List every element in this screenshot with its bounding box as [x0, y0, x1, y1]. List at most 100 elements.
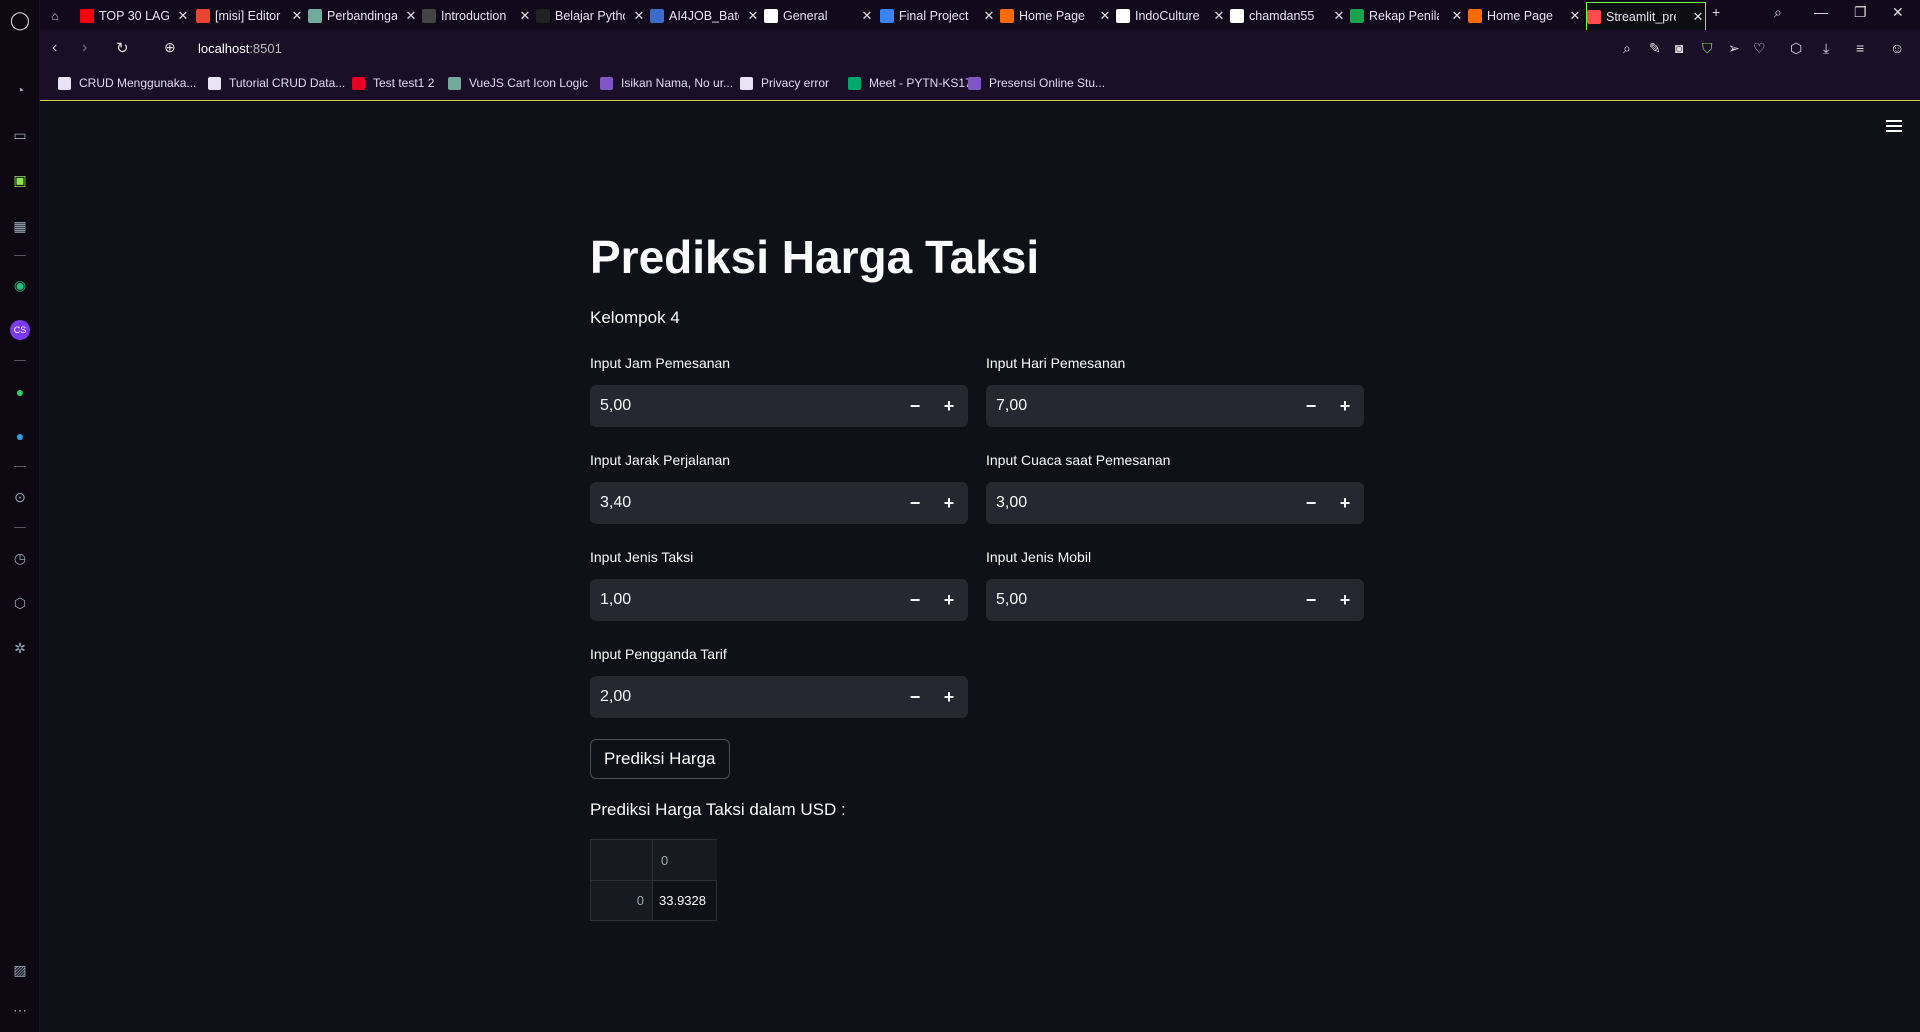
- url-field[interactable]: localhost:8501: [198, 41, 282, 56]
- gallery-icon[interactable]: ▨: [10, 960, 30, 980]
- tab-close-icon[interactable]: ✕: [1098, 8, 1112, 24]
- tab-close-icon[interactable]: ✕: [290, 8, 304, 24]
- bookmark-item[interactable]: Meet - PYTN-KS17: [848, 76, 972, 90]
- close-window-icon[interactable]: ✕: [1892, 4, 1904, 21]
- gx-corner-icon[interactable]: ⌂: [48, 3, 68, 28]
- decrement-button[interactable]: −: [1294, 579, 1328, 621]
- decrement-button[interactable]: −: [1294, 385, 1328, 427]
- browser-tab[interactable]: IndoCulture ✕: [1116, 3, 1226, 28]
- browser-tab[interactable]: chamdan55 ✕: [1230, 3, 1346, 28]
- increment-button[interactable]: +: [1328, 579, 1362, 621]
- speed-dial-icon[interactable]: ◔: [10, 80, 30, 100]
- browser-tab[interactable]: Streamlit_pred ✕: [1586, 2, 1706, 30]
- reload-icon[interactable]: ↻: [116, 39, 129, 57]
- number-input-pengganda[interactable]: 2,00 − +: [590, 676, 968, 718]
- tab-close-icon[interactable]: ✕: [1212, 8, 1226, 24]
- download-icon[interactable]: ⤓: [1823, 40, 1829, 57]
- opera-logo-icon[interactable]: ◯: [10, 10, 30, 30]
- number-input-jarak[interactable]: 3,40 − +: [590, 482, 968, 524]
- decrement-button[interactable]: −: [898, 579, 932, 621]
- number-input-jam[interactable]: 5,00 − +: [590, 385, 968, 427]
- back-icon[interactable]: ‹: [52, 39, 57, 57]
- browser-tab[interactable]: Introduction ✕: [422, 3, 532, 28]
- browser-tab[interactable]: Rekap Penilaian ✕: [1350, 3, 1464, 28]
- number-value[interactable]: 3,00: [996, 494, 1027, 512]
- camera-icon[interactable]: ◙: [1675, 40, 1683, 56]
- minimize-icon[interactable]: —: [1814, 4, 1828, 20]
- settings-gear-icon[interactable]: ✲: [10, 638, 30, 658]
- zoom-search-icon[interactable]: ⌕: [1623, 40, 1631, 57]
- bookmark-item[interactable]: Isikan Nama, No ur...: [600, 76, 733, 90]
- tab-close-icon[interactable]: ✕: [176, 8, 190, 24]
- history-icon[interactable]: ◷: [10, 548, 30, 568]
- result-value-cell[interactable]: 33.9328: [653, 881, 717, 920]
- browser-tab[interactable]: Home Page ✕: [1468, 3, 1582, 28]
- tab-close-icon[interactable]: ✕: [632, 8, 646, 24]
- tab-close-icon[interactable]: ✕: [860, 8, 874, 24]
- number-value[interactable]: 3,40: [600, 494, 631, 512]
- number-input-jenis-mobil[interactable]: 5,00 − +: [986, 579, 1364, 621]
- number-value[interactable]: 5,00: [996, 591, 1027, 609]
- maximize-icon[interactable]: ❐: [1854, 4, 1867, 21]
- shield-icon[interactable]: ⛉: [1702, 40, 1713, 57]
- number-value[interactable]: 5,00: [600, 397, 631, 415]
- browser-tab[interactable]: Final Project ✕: [880, 3, 996, 28]
- browser-tab[interactable]: TOP 30 LAGU ✕: [80, 3, 190, 28]
- forward-icon[interactable]: ›: [82, 39, 87, 57]
- whatsapp-icon[interactable]: ●: [10, 382, 30, 402]
- edit-icon[interactable]: ✎: [1649, 40, 1661, 57]
- number-value[interactable]: 7,00: [996, 397, 1027, 415]
- bookmark-item[interactable]: Presensi Online Stu...: [968, 76, 1105, 90]
- bag-icon[interactable]: ▭: [10, 125, 30, 145]
- bookmark-item[interactable]: Tutorial CRUD Data...: [208, 76, 345, 90]
- bookmark-item[interactable]: VueJS Cart Icon Logic: [448, 76, 588, 90]
- tab-close-icon[interactable]: ✕: [518, 8, 532, 24]
- telegram-icon[interactable]: ●: [10, 426, 30, 446]
- cpu-icon[interactable]: ▦: [10, 216, 30, 236]
- heart-icon[interactable]: ♡: [1753, 40, 1766, 57]
- cube-icon[interactable]: ⬡: [1790, 40, 1802, 57]
- bookmark-item[interactable]: CRUD Menggunaka...: [58, 76, 196, 90]
- increment-button[interactable]: +: [932, 385, 966, 427]
- send-icon[interactable]: ➢: [1728, 40, 1740, 57]
- tab-close-icon[interactable]: ✕: [1568, 8, 1582, 24]
- decrement-button[interactable]: −: [898, 385, 932, 427]
- decrement-button[interactable]: −: [898, 482, 932, 524]
- browser-tab[interactable]: General ✕: [764, 3, 874, 28]
- more-icon[interactable]: ⋯: [10, 1000, 30, 1020]
- site-info-globe-icon[interactable]: ⊕: [164, 39, 176, 56]
- tab-close-icon[interactable]: ✕: [1450, 8, 1464, 24]
- column-header-cell[interactable]: 0: [653, 840, 717, 881]
- result-dataframe[interactable]: 0 0 33.9328: [590, 839, 717, 921]
- tab-close-icon[interactable]: ✕: [404, 8, 418, 24]
- decrement-button[interactable]: −: [1294, 482, 1328, 524]
- profile-icon[interactable]: ☺: [1890, 40, 1904, 56]
- decrement-button[interactable]: −: [898, 676, 932, 718]
- tab-close-icon[interactable]: ✕: [1332, 8, 1346, 24]
- new-tab-icon[interactable]: +: [1712, 4, 1720, 20]
- browser-tab[interactable]: [misi] Editor ✕: [196, 3, 304, 28]
- twitch-icon[interactable]: ▣: [10, 170, 30, 190]
- cs-icon[interactable]: CS: [10, 320, 30, 340]
- tab-close-icon[interactable]: ✕: [746, 8, 760, 24]
- number-input-hari[interactable]: 7,00 − +: [986, 385, 1364, 427]
- tab-close-icon[interactable]: ✕: [982, 8, 996, 24]
- bookmark-item[interactable]: Test test1 2: [352, 76, 434, 90]
- player-icon[interactable]: ⊙: [10, 487, 30, 507]
- browser-tab[interactable]: AI4JOB_Batch ✕: [650, 3, 760, 28]
- browser-tab[interactable]: Home Page ✕: [1000, 3, 1112, 28]
- search-tabs-icon[interactable]: ⌕: [1774, 4, 1782, 21]
- cube-icon[interactable]: ⬡: [10, 593, 30, 613]
- browser-tab[interactable]: Belajar Python ✕: [536, 3, 646, 28]
- number-input-cuaca[interactable]: 3,00 − +: [986, 482, 1364, 524]
- increment-button[interactable]: +: [1328, 385, 1362, 427]
- tab-close-icon[interactable]: ✕: [1691, 9, 1705, 25]
- increment-button[interactable]: +: [1328, 482, 1362, 524]
- easy-setup-icon[interactable]: ≡: [1856, 40, 1864, 56]
- predict-button[interactable]: Prediksi Harga: [590, 739, 730, 779]
- chatgpt-icon[interactable]: ◉: [10, 275, 30, 295]
- browser-tab[interactable]: Perbandingan ✕: [308, 3, 418, 28]
- number-value[interactable]: 2,00: [600, 688, 631, 706]
- increment-button[interactable]: +: [932, 482, 966, 524]
- bookmark-item[interactable]: Privacy error: [740, 76, 829, 90]
